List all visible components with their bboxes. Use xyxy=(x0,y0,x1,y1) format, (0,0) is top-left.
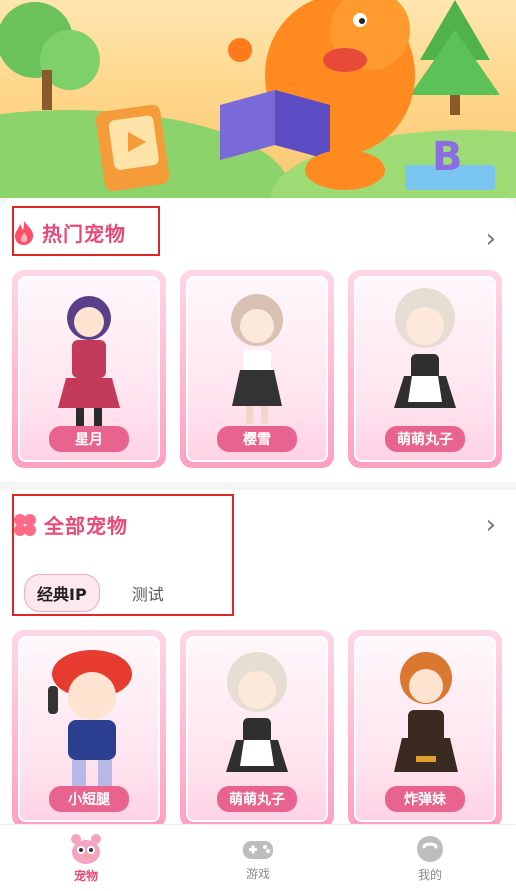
pet-name: 樱雪 xyxy=(217,426,297,452)
hot-pets-title: 热门宠物 xyxy=(42,222,126,246)
tab-classic-ip[interactable]: 经典IP xyxy=(24,574,100,612)
all-pets-section: 全部宠物 › 经典IP 测试 小短腿 萌萌丸子 炸弹妹 xyxy=(0,490,516,828)
flame-icon xyxy=(15,220,34,245)
pet-card[interactable]: 炸弹妹 xyxy=(348,630,502,828)
profile-icon xyxy=(417,835,443,862)
pet-name: 炸弹妹 xyxy=(385,786,465,812)
all-pets-header[interactable]: 全部宠物 xyxy=(12,510,128,539)
all-pets-more-arrow-icon[interactable]: › xyxy=(486,512,496,538)
pet-name: 萌萌丸子 xyxy=(385,426,465,452)
hot-pets-more-arrow-icon[interactable]: › xyxy=(486,226,496,252)
banner[interactable]: B xyxy=(0,0,516,198)
svg-text:B: B xyxy=(432,134,463,180)
tab-test[interactable]: 测试 xyxy=(120,575,176,611)
nav-label: 游戏 xyxy=(245,866,270,881)
pet-name: 萌萌丸子 xyxy=(217,786,297,812)
pet-icon xyxy=(71,833,101,864)
nav-game[interactable]: 游戏 xyxy=(172,825,344,891)
banner-illustration: B xyxy=(0,0,516,198)
clover-icon xyxy=(14,513,36,536)
category-tabs: 经典IP 测试 xyxy=(24,574,176,612)
pet-card[interactable]: 星月 xyxy=(12,270,166,468)
nav-label: 宠物 xyxy=(73,868,98,883)
pet-card[interactable]: 萌萌丸子 xyxy=(348,270,502,468)
pet-card[interactable]: 小短腿 xyxy=(12,630,166,828)
nav-label: 我的 xyxy=(417,867,442,882)
pet-card[interactable]: 樱雪 xyxy=(180,270,334,468)
hot-pets-section: 热门宠物 › 星月 樱雪 萌萌丸子 xyxy=(0,198,516,482)
pet-name: 星月 xyxy=(49,426,129,452)
gamepad-icon xyxy=(243,840,273,859)
hot-pets-header[interactable]: 热门宠物 xyxy=(12,218,126,247)
all-pets-title: 全部宠物 xyxy=(44,514,128,538)
nav-pet[interactable]: 宠物 xyxy=(0,825,172,891)
pet-card[interactable]: 萌萌丸子 xyxy=(180,630,334,828)
bottom-nav: 宠物 游戏 我的 xyxy=(0,824,516,891)
nav-profile[interactable]: 我的 xyxy=(344,825,516,891)
pet-name: 小短腿 xyxy=(49,786,129,812)
